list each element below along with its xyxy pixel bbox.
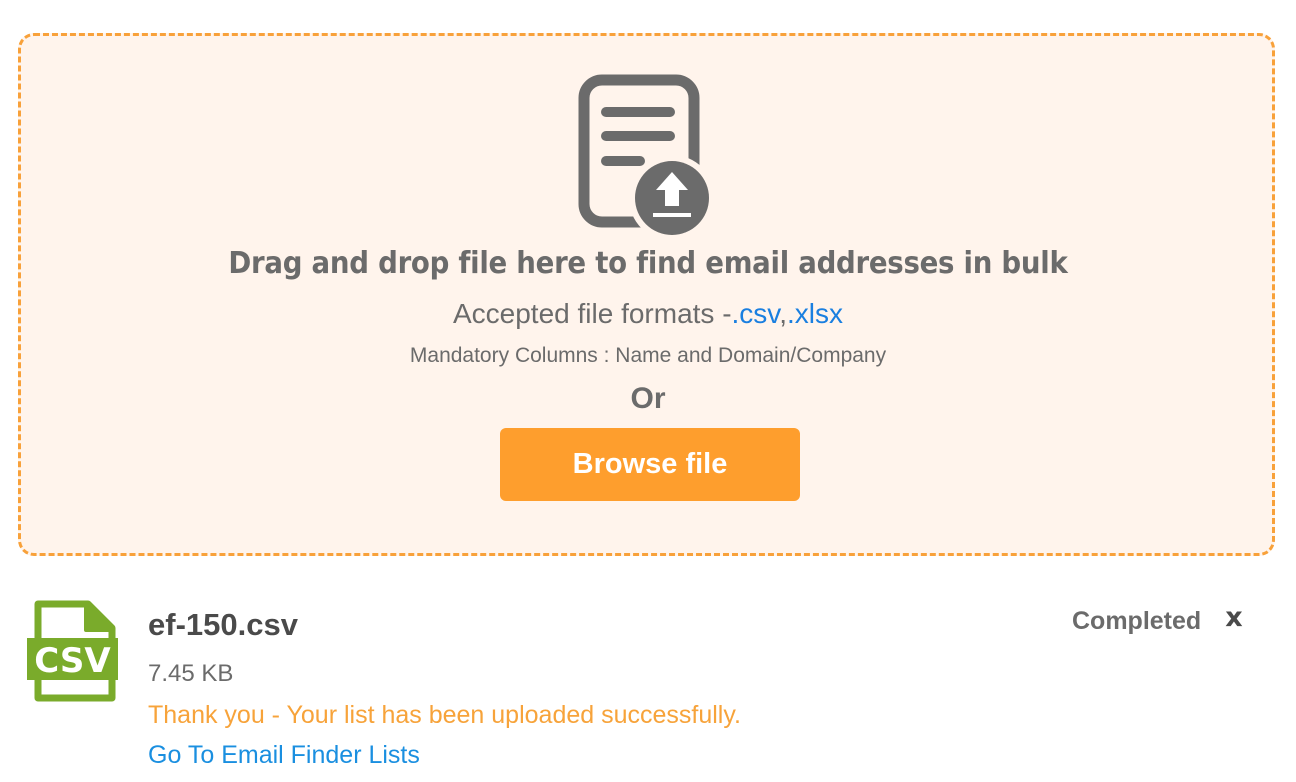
upload-status: Completed bbox=[1072, 607, 1202, 635]
document-upload-icon bbox=[578, 74, 714, 238]
format-csv: .csv bbox=[731, 298, 780, 329]
format-separator: , bbox=[779, 298, 788, 329]
or-divider: Or bbox=[630, 382, 666, 415]
email-finder-lists-link[interactable]: Go To Email Finder Lists bbox=[148, 741, 420, 770]
csv-file-icon: CSV bbox=[27, 600, 118, 702]
remove-file-button[interactable]: x bbox=[1220, 600, 1248, 636]
upload-success-message: Thank you - Your list has been uploaded … bbox=[148, 701, 741, 729]
csv-icon-label: CSV bbox=[34, 641, 111, 681]
mandatory-columns-note: Mandatory Columns : Name and Domain/Comp… bbox=[409, 344, 887, 367]
format-xlsx: .xlsx bbox=[787, 298, 844, 329]
uploaded-file-size: 7.45 KB bbox=[148, 660, 234, 687]
browse-file-button[interactable]: Browse file bbox=[500, 428, 800, 501]
accepted-formats-label: Accepted file formats - bbox=[452, 298, 732, 329]
accepted-formats: Accepted file formats -.csv,.xlsx bbox=[0, 298, 1296, 330]
dropzone-title: Drag and drop file here to find email ad… bbox=[228, 246, 1068, 281]
uploaded-file-name: ef-150.csv bbox=[148, 607, 298, 642]
